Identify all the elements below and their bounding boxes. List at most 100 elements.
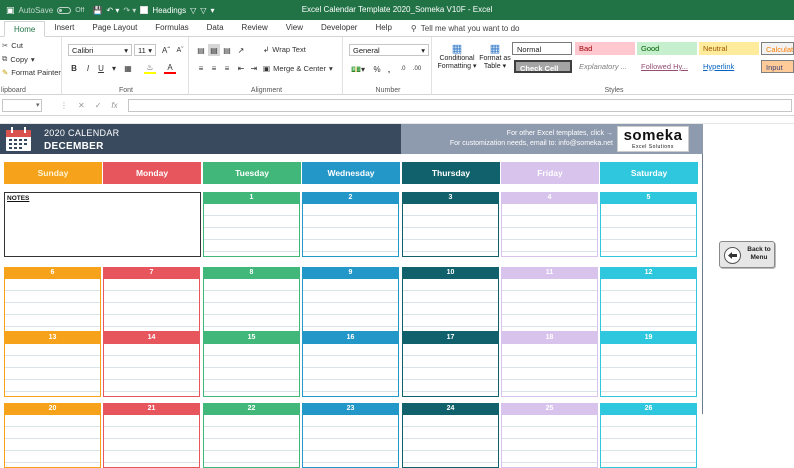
align-bottom-icon[interactable]: ▤ [221,44,233,56]
increase-indent-icon[interactable]: ⇥ [248,62,260,74]
day-note-line[interactable] [104,427,199,439]
promo-templates-link[interactable]: For other Excel templates, click → [507,130,613,137]
day-cell[interactable]: 12 [600,267,697,332]
day-cell[interactable]: 17 [402,332,499,397]
back-to-menu-button[interactable]: Back to Menu [719,241,775,268]
chevron-down-icon[interactable]: ▾ [36,101,40,109]
day-note-line[interactable] [5,415,100,427]
day-note-line[interactable] [403,451,498,463]
day-note-line[interactable] [502,380,597,392]
day-note-line[interactable] [204,427,299,439]
tell-me-box[interactable]: ⚲ Tell me what you want to do [401,20,520,36]
day-note-line[interactable] [403,279,498,291]
day-note-line[interactable] [5,315,100,327]
day-note-line[interactable] [204,204,299,216]
increase-font-icon[interactable]: Aˆ [160,44,172,56]
day-notes-area[interactable] [103,415,200,468]
chevron-down-icon[interactable]: ▾ [108,62,120,74]
day-cell[interactable]: 5 [600,192,697,257]
tab-developer[interactable]: Developer [312,20,366,36]
day-note-line[interactable] [601,356,696,368]
conditional-formatting-button[interactable]: ▦ Conditional Formatting ▾ [436,42,478,70]
cancel-icon[interactable]: ✕ [78,101,85,110]
font-size-select[interactable]: 11 ▾ [134,44,156,56]
day-note-line[interactable] [303,380,398,392]
day-note-line[interactable] [403,439,498,451]
align-top-icon[interactable]: ▤ [195,44,207,56]
format-painter-button[interactable]: ✎ Format Painter [2,68,61,77]
day-note-line[interactable] [303,344,398,356]
day-note-line[interactable] [204,415,299,427]
day-cell[interactable]: 7 [103,267,200,332]
day-note-line[interactable] [403,204,498,216]
day-note-line[interactable] [601,216,696,228]
day-note-line[interactable] [104,439,199,451]
day-note-line[interactable] [303,315,398,327]
day-note-line[interactable] [403,356,498,368]
day-notes-area[interactable] [600,204,697,257]
font-name-select[interactable]: Calibri ▾ [68,44,132,56]
day-note-line[interactable] [601,315,696,327]
day-note-line[interactable] [502,240,597,252]
tab-review[interactable]: Review [233,20,277,36]
day-note-line[interactable] [601,368,696,380]
day-note-line[interactable] [5,291,100,303]
day-note-line[interactable] [204,451,299,463]
day-note-line[interactable] [403,216,498,228]
day-note-line[interactable] [303,356,398,368]
align-left-icon[interactable]: ≡ [195,62,207,74]
cut-button[interactable]: ✂ Cut [2,41,23,50]
day-note-line[interactable] [403,344,498,356]
day-note-line[interactable] [303,228,398,240]
day-note-line[interactable] [502,216,597,228]
day-note-line[interactable] [5,380,100,392]
day-cell[interactable]: 25 [501,403,598,468]
align-middle-icon[interactable]: ▤ [208,44,220,56]
day-cell[interactable]: 19 [600,332,697,397]
day-notes-area[interactable] [302,415,399,468]
day-notes-area[interactable] [4,344,101,397]
day-note-line[interactable] [104,368,199,380]
day-note-line[interactable] [502,439,597,451]
day-note-line[interactable] [104,344,199,356]
day-note-line[interactable] [5,344,100,356]
day-cell[interactable]: 22 [203,403,300,468]
day-note-line[interactable] [601,303,696,315]
decrease-decimal-icon[interactable]: .00 [411,63,423,75]
day-note-line[interactable] [502,228,597,240]
style-followed-hyperlink[interactable]: Followed Hy... [637,60,697,73]
day-notes-area[interactable] [203,344,300,397]
style-neutral[interactable]: Neutral [699,42,759,55]
day-notes-area[interactable] [302,344,399,397]
day-note-line[interactable] [5,356,100,368]
day-note-line[interactable] [601,427,696,439]
day-notes-area[interactable] [600,415,697,468]
tab-help[interactable]: Help [366,20,400,36]
day-note-line[interactable] [403,427,498,439]
day-notes-area[interactable] [501,279,598,332]
tab-view[interactable]: View [277,20,312,36]
borders-icon[interactable]: ▦ [122,62,134,74]
day-note-line[interactable] [204,279,299,291]
tab-formulas[interactable]: Formulas [146,20,197,36]
copy-button[interactable]: ⧉ Copy ▾ [2,54,35,64]
day-note-line[interactable] [5,427,100,439]
day-cell[interactable]: 4 [501,192,598,257]
number-format-select[interactable]: General ▾ [349,44,429,56]
day-note-line[interactable] [104,451,199,463]
style-good[interactable]: Good [637,42,697,55]
day-note-line[interactable] [303,451,398,463]
day-notes-area[interactable] [402,344,499,397]
enter-icon[interactable]: ✓ [95,101,102,110]
style-calculation[interactable]: Calculatio [761,42,794,55]
day-note-line[interactable] [502,315,597,327]
underline-icon[interactable]: U [95,62,107,74]
style-bad[interactable]: Bad [575,42,635,55]
style-hyperlink[interactable]: Hyperlink [699,60,759,73]
style-explanatory[interactable]: Explanatory ... [575,60,635,73]
day-notes-area[interactable] [402,279,499,332]
day-note-line[interactable] [204,303,299,315]
decrease-font-icon[interactable]: Aˇ [174,44,186,56]
day-note-line[interactable] [303,368,398,380]
day-note-line[interactable] [204,356,299,368]
